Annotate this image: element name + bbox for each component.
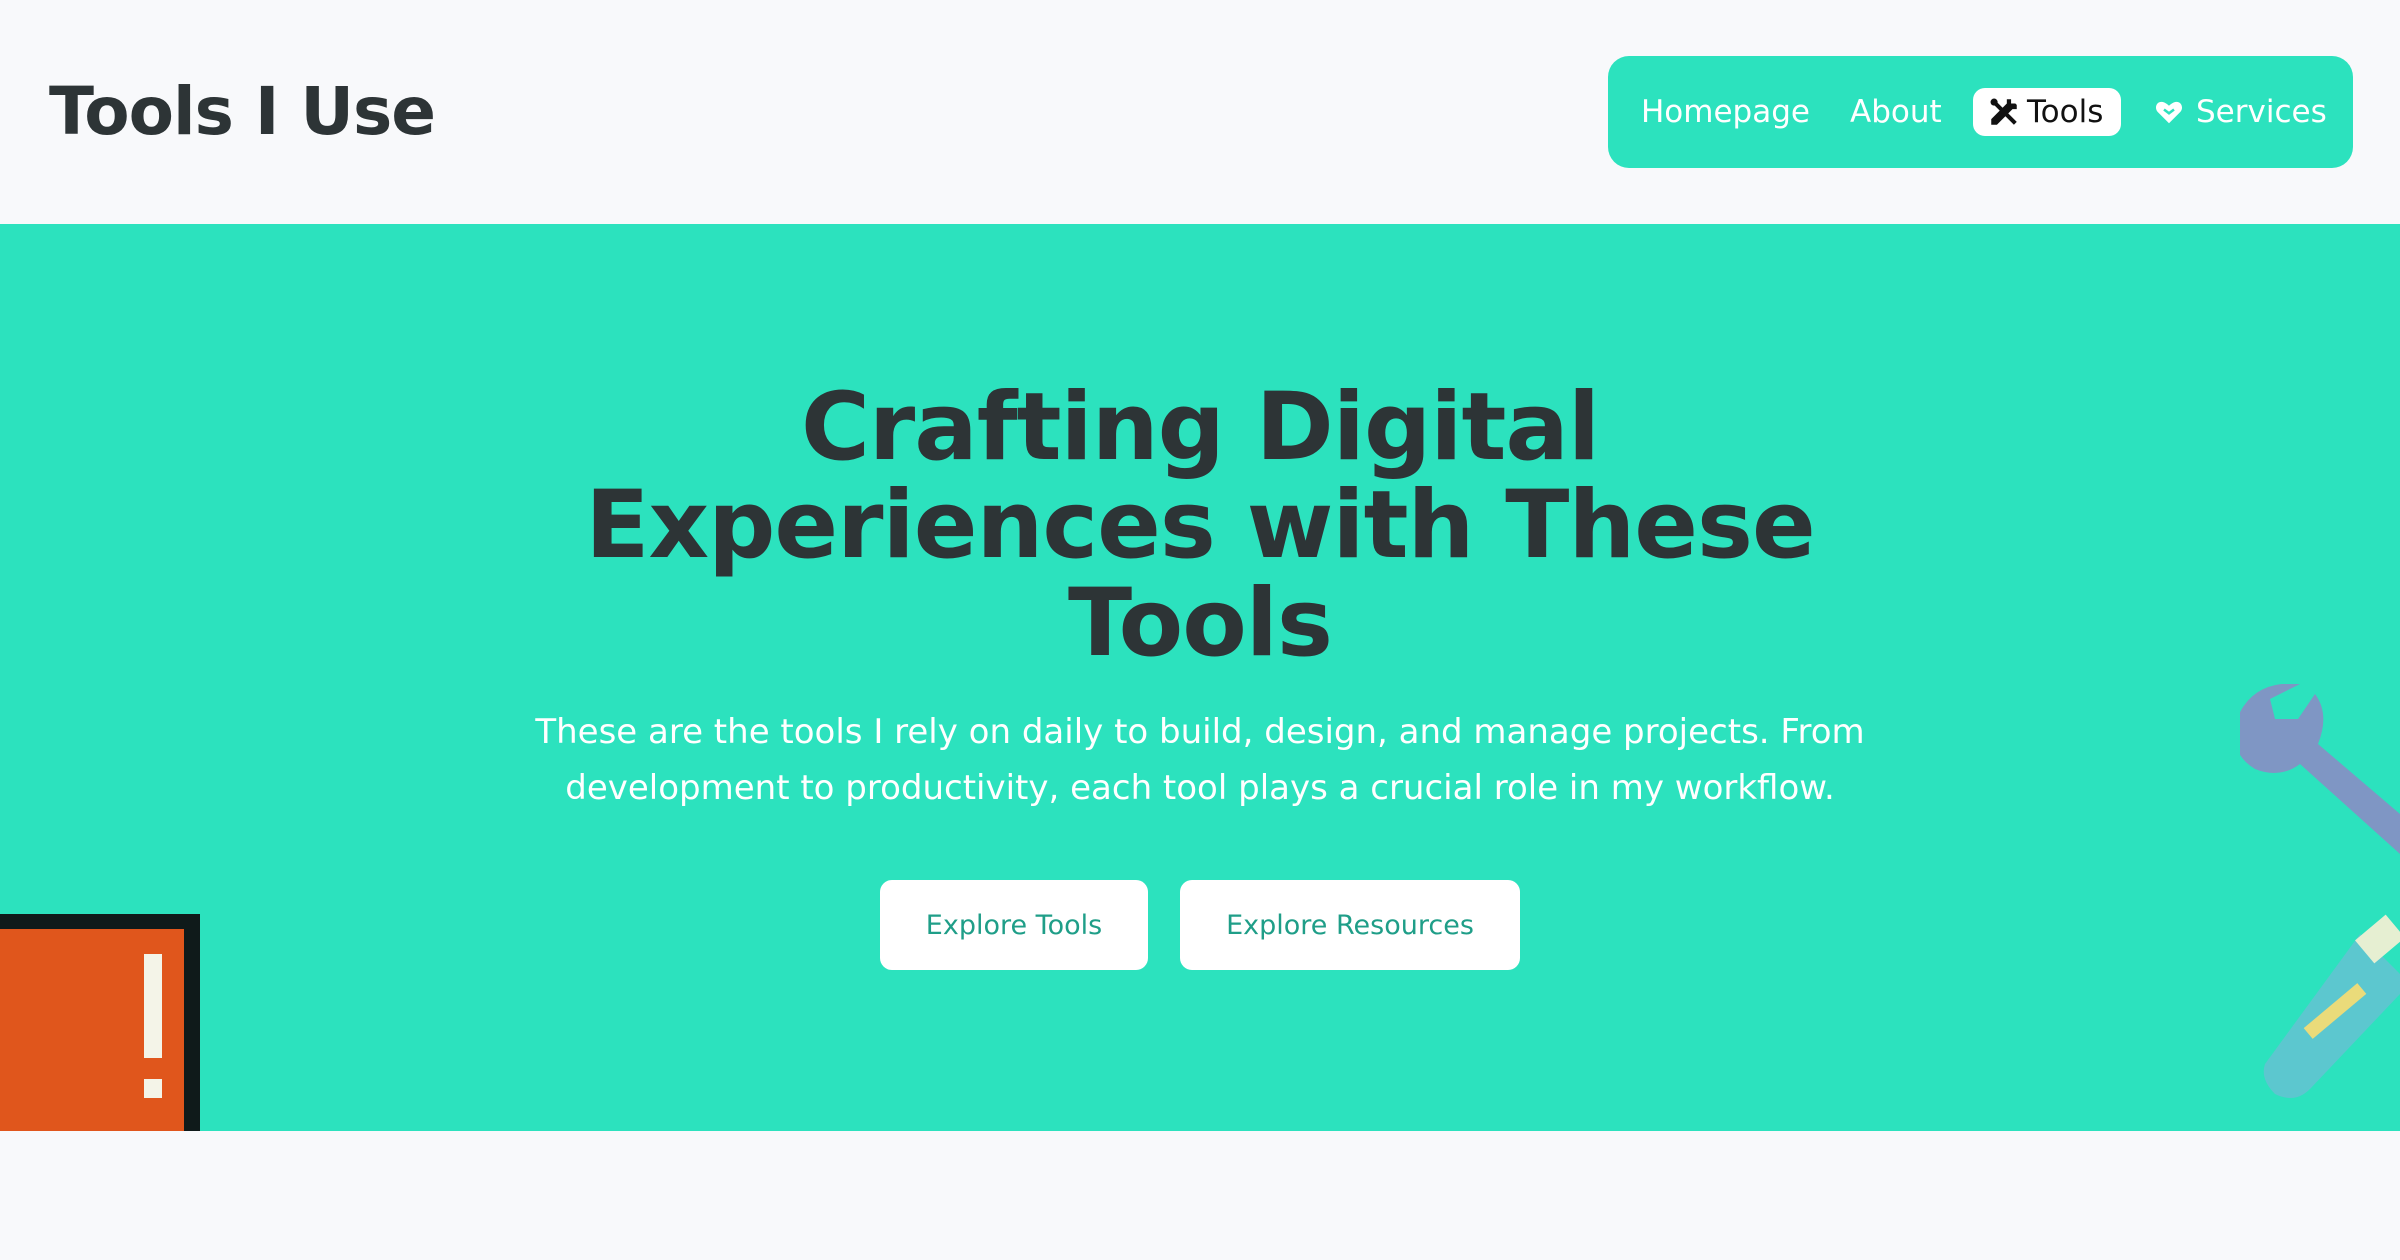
site-header: Tools I Use Homepage About Tools Service…: [0, 0, 2400, 224]
hero-section: Crafting Digital Experiences with These …: [0, 224, 2400, 1131]
nav-item-label: Services: [2196, 94, 2327, 130]
hero-title-line: Tools: [1068, 569, 1333, 678]
nav-item-label: Homepage: [1641, 94, 1810, 130]
heart-handshake-icon: [2152, 95, 2186, 129]
nav-item-services[interactable]: Services: [2152, 88, 2327, 136]
hero-title-line: Crafting Digital: [800, 373, 1600, 482]
hero-title: Crafting Digital Experiences with These …: [0, 379, 2400, 673]
wrench-and-screwdriver-illustration: [2240, 684, 2400, 1098]
nav-item-label: Tools: [2027, 94, 2104, 130]
explore-resources-button[interactable]: Explore Resources: [1180, 880, 1520, 970]
nav-item-label: About: [1850, 94, 1942, 130]
hero-description: These are the tools I rely on daily to b…: [535, 712, 1865, 808]
hero-title-line: Experiences with These: [585, 471, 1815, 580]
tools-icon: [1987, 95, 2021, 129]
nav-item-homepage[interactable]: Homepage: [1641, 88, 1810, 136]
page-background: [0, 1131, 2400, 1260]
explore-tools-button[interactable]: Explore Tools: [880, 880, 1148, 970]
nav-item-about[interactable]: About: [1850, 88, 1942, 136]
site-title: Tools I Use: [49, 73, 436, 150]
monitor-warning-illustration: [0, 914, 200, 1131]
nav-item-tools[interactable]: Tools: [1973, 88, 2121, 136]
main-nav: Homepage About Tools Services: [1608, 56, 2353, 168]
